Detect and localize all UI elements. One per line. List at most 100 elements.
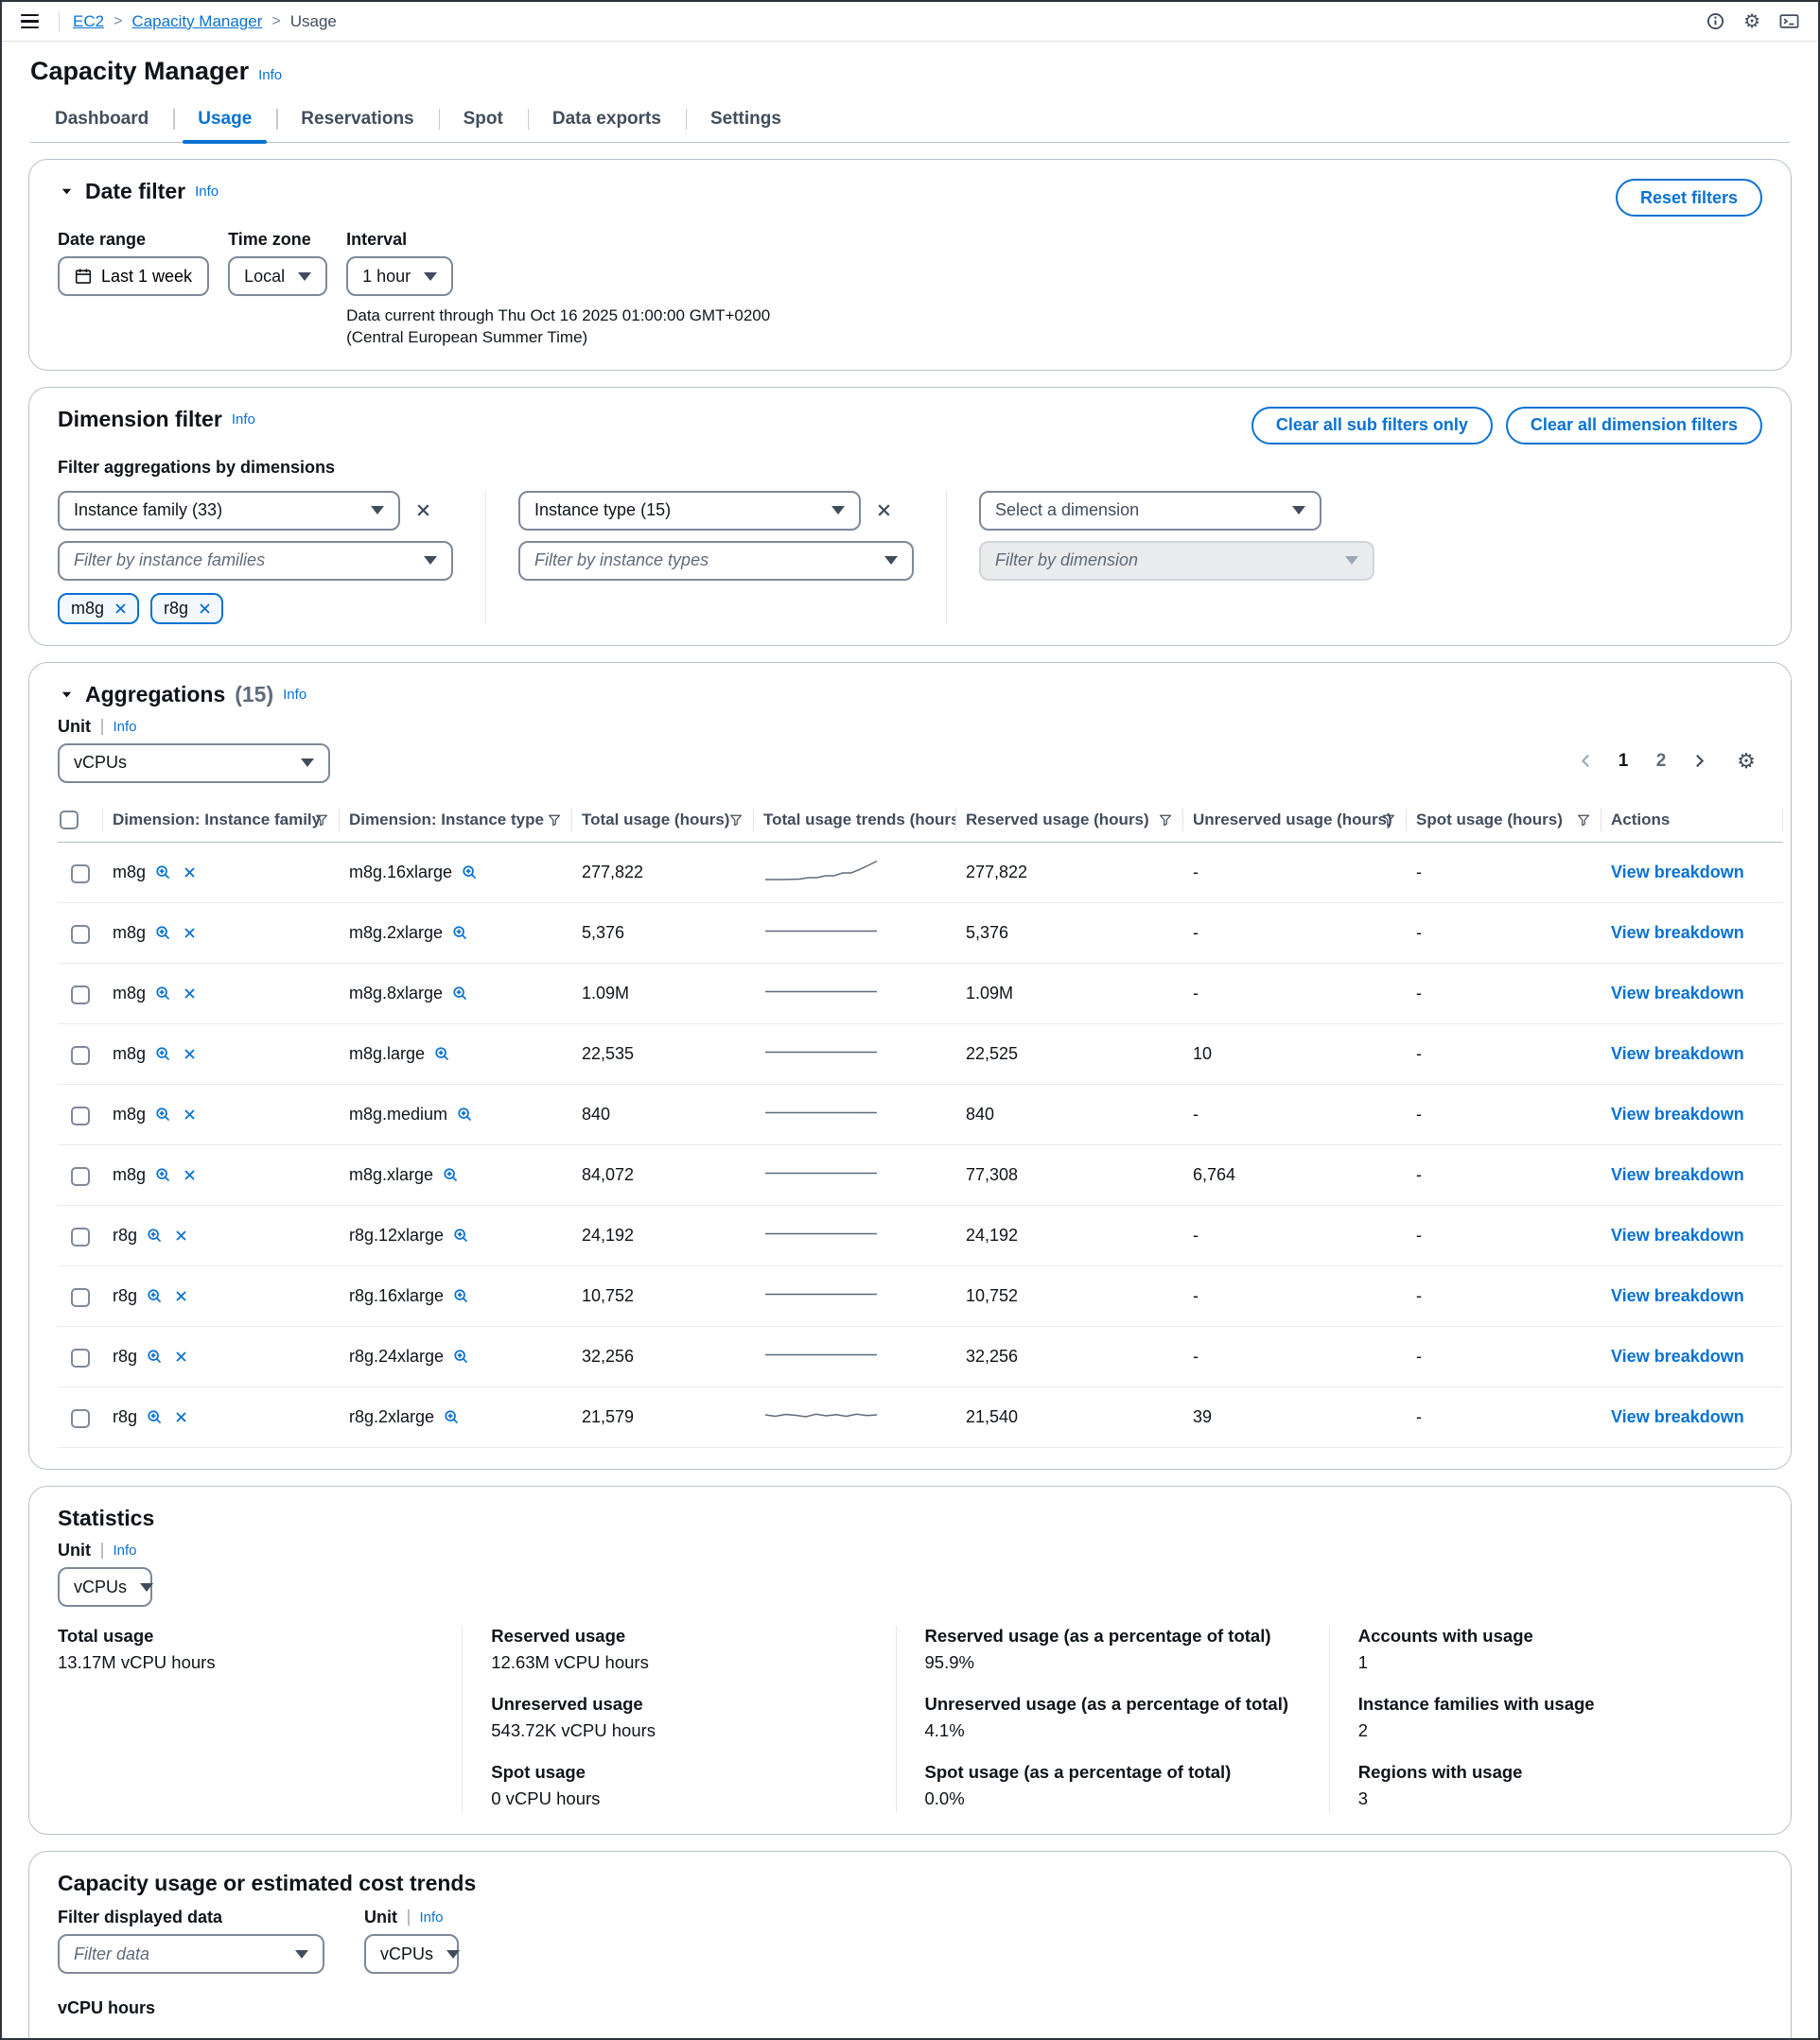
token-dismiss-icon[interactable] [114, 602, 128, 616]
cloudshell-icon[interactable] [1779, 12, 1799, 30]
dismiss-icon[interactable] [172, 1287, 190, 1305]
view-breakdown-link[interactable]: View breakdown [1611, 1044, 1744, 1063]
filter-icon[interactable] [1577, 813, 1590, 827]
dismiss-icon[interactable] [172, 1227, 190, 1245]
dimension-filter-info-link[interactable]: Info [232, 411, 255, 427]
row-checkbox[interactable] [71, 985, 90, 1004]
filter-icon[interactable] [315, 813, 328, 827]
dismiss-icon[interactable] [172, 1408, 190, 1426]
dismiss-icon[interactable] [181, 1106, 199, 1124]
row-checkbox[interactable] [71, 1046, 90, 1065]
statistics-unit-select[interactable]: vCPUs [58, 1567, 152, 1607]
zoom-in-icon[interactable] [451, 1286, 471, 1306]
zoom-in-icon[interactable] [145, 1407, 165, 1427]
row-checkbox[interactable] [71, 1167, 90, 1186]
tab-usage[interactable]: Usage [173, 99, 276, 142]
dismiss-icon[interactable] [181, 1045, 199, 1063]
zoom-in-icon[interactable] [455, 1105, 475, 1125]
remove-dimension-icon[interactable] [874, 500, 894, 520]
tab-dashboard[interactable]: Dashboard [30, 99, 173, 142]
zoom-in-icon[interactable] [145, 1347, 165, 1367]
filter-data-select[interactable]: Filter data [58, 1934, 324, 1974]
unit-info-link[interactable]: Info [420, 1909, 444, 1926]
dismiss-icon[interactable] [181, 863, 199, 881]
date-filter-info-link[interactable]: Info [195, 183, 219, 200]
row-checkbox[interactable] [71, 925, 90, 944]
zoom-in-icon[interactable] [153, 1165, 173, 1185]
filter-icon[interactable] [1382, 813, 1395, 827]
zoom-in-icon[interactable] [442, 1407, 462, 1427]
zoom-in-icon[interactable] [153, 863, 173, 882]
unit-info-link[interactable]: Info [114, 719, 137, 735]
collapse-caret-icon[interactable] [58, 184, 76, 199]
unit-select[interactable]: vCPUs [58, 743, 330, 783]
row-checkbox[interactable] [71, 864, 90, 883]
page-1-button[interactable]: 1 [1607, 745, 1639, 777]
zoom-in-icon[interactable] [450, 923, 470, 943]
tab-settings[interactable]: Settings [686, 99, 806, 142]
page-info-link[interactable]: Info [258, 67, 282, 83]
time-zone-select[interactable]: Local [228, 256, 327, 296]
next-page-icon[interactable] [1683, 745, 1715, 777]
zoom-in-icon[interactable] [432, 1044, 452, 1064]
zoom-in-icon[interactable] [145, 1286, 165, 1306]
collapse-caret-icon[interactable] [58, 688, 76, 702]
zoom-in-icon[interactable] [451, 1226, 471, 1246]
dismiss-icon[interactable] [172, 1348, 190, 1366]
filter-icon[interactable] [548, 813, 561, 827]
zoom-in-icon[interactable] [153, 923, 173, 943]
table-settings-gear-icon[interactable]: ⚙ [1730, 745, 1762, 777]
dismiss-icon[interactable] [181, 1166, 199, 1184]
zoom-in-icon[interactable] [450, 984, 470, 1003]
filter-icon[interactable] [1159, 813, 1172, 827]
view-breakdown-link[interactable]: View breakdown [1611, 1105, 1744, 1124]
tab-spot[interactable]: Spot [439, 99, 528, 142]
row-checkbox[interactable] [71, 1228, 90, 1247]
dimension-select-instance-family[interactable]: Instance family (33) [58, 491, 400, 531]
dismiss-icon[interactable] [181, 985, 199, 1003]
view-breakdown-link[interactable]: View breakdown [1611, 1165, 1744, 1184]
zoom-in-icon[interactable] [153, 1044, 173, 1064]
dimension-select-placeholder[interactable]: Select a dimension [979, 491, 1321, 531]
token-dismiss-icon[interactable] [198, 602, 212, 616]
view-breakdown-link[interactable]: View breakdown [1611, 863, 1744, 881]
interval-select[interactable]: 1 hour [346, 256, 453, 296]
clear-sub-filters-button[interactable]: Clear all sub filters only [1251, 407, 1493, 445]
zoom-in-icon[interactable] [153, 1105, 173, 1125]
view-breakdown-link[interactable]: View breakdown [1611, 1286, 1744, 1305]
breadcrumb-link-capacity-manager[interactable]: Capacity Manager [131, 12, 262, 31]
select-all-checkbox[interactable] [60, 811, 79, 829]
zoom-in-icon[interactable] [460, 863, 480, 882]
page-2-button[interactable]: 2 [1645, 745, 1677, 777]
clear-dimension-filters-button[interactable]: Clear all dimension filters [1506, 407, 1762, 445]
zoom-in-icon[interactable] [441, 1165, 461, 1185]
row-checkbox[interactable] [71, 1349, 90, 1368]
row-checkbox[interactable] [71, 1409, 90, 1428]
remove-dimension-icon[interactable] [413, 500, 433, 520]
hamburger-menu-icon[interactable] [21, 9, 45, 34]
zoom-in-icon[interactable] [451, 1347, 471, 1367]
zoom-in-icon[interactable] [145, 1226, 165, 1246]
instance-family-filter-select[interactable]: Filter by instance families [58, 541, 453, 581]
date-range-button[interactable]: Last 1 week [58, 256, 209, 296]
reset-filters-button[interactable]: Reset filters [1616, 179, 1762, 217]
info-icon[interactable] [1706, 12, 1724, 30]
zoom-in-icon[interactable] [153, 984, 173, 1003]
aggregations-info-link[interactable]: Info [283, 687, 306, 703]
instance-type-filter-select[interactable]: Filter by instance types [518, 541, 914, 581]
tab-reservations[interactable]: Reservations [276, 99, 438, 142]
row-checkbox[interactable] [71, 1107, 90, 1125]
tab-data-exports[interactable]: Data exports [528, 99, 686, 142]
view-breakdown-link[interactable]: View breakdown [1611, 1347, 1744, 1366]
dimension-select-instance-type[interactable]: Instance type (15) [518, 491, 861, 531]
view-breakdown-link[interactable]: View breakdown [1611, 1226, 1744, 1245]
breadcrumb-link-ec2[interactable]: EC2 [73, 12, 104, 31]
settings-gear-icon[interactable]: ⚙ [1743, 12, 1760, 31]
dismiss-icon[interactable] [181, 924, 199, 942]
view-breakdown-link[interactable]: View breakdown [1611, 1407, 1744, 1426]
previous-page-icon[interactable] [1569, 745, 1601, 777]
view-breakdown-link[interactable]: View breakdown [1611, 923, 1744, 942]
unit-info-link[interactable]: Info [114, 1543, 137, 1559]
filter-icon[interactable] [729, 813, 743, 827]
row-checkbox[interactable] [71, 1288, 90, 1307]
